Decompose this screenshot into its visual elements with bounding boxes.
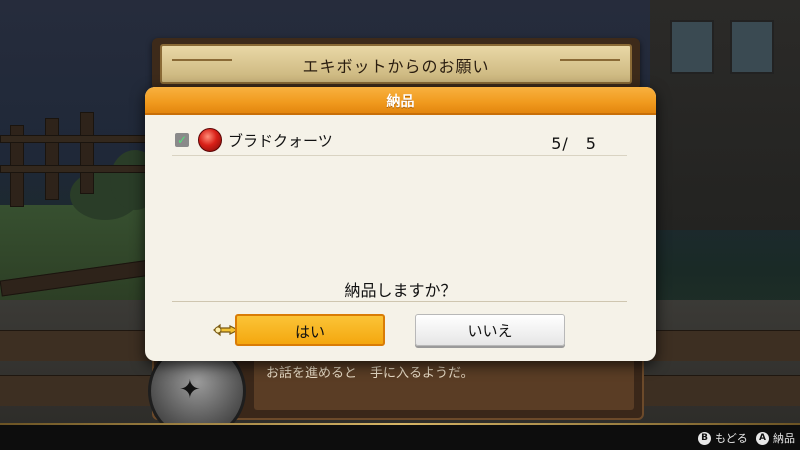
back-hint[interactable]: B もどる: [698, 430, 748, 446]
red-gem-icon: [198, 128, 222, 152]
yes-button[interactable]: はい: [235, 314, 385, 346]
confirm-label: 納品: [773, 432, 795, 445]
bottom-bar-divider: [0, 423, 800, 425]
background-building: [650, 0, 800, 230]
dialog-header: 納品: [145, 87, 656, 115]
item-name: ブラドクォーツ: [228, 132, 333, 150]
fence-rail: [0, 135, 152, 143]
bottom-hint-bar: [0, 423, 800, 450]
back-label: もどる: [715, 432, 748, 445]
b-button-icon: B: [698, 431, 711, 445]
a-button-icon: A: [756, 431, 769, 445]
quest-title: エキボットからのお願い: [302, 57, 490, 76]
dialog-title: 納品: [386, 94, 415, 110]
quest-banner: エキボットからのお願い: [152, 38, 640, 90]
no-button[interactable]: いいえ: [415, 314, 565, 346]
quest-banner-plate: エキボットからのお願い: [160, 44, 632, 84]
building-window: [730, 20, 774, 74]
divider: [172, 301, 627, 302]
building-window: [670, 20, 714, 74]
delivery-item-row: ✓ ブラドクォーツ 5/ 5: [172, 125, 627, 156]
item-count: 5/ 5: [551, 134, 597, 153]
fence-rail: [0, 165, 152, 173]
item-checkbox: ✓: [175, 133, 189, 147]
delivery-question: 納品しますか？: [344, 281, 457, 300]
confirm-hint[interactable]: A 納品: [756, 430, 795, 446]
fence-post: [80, 112, 94, 194]
character-silhouette-icon: ✦: [179, 375, 201, 405]
dialogue-text: お話を進めると 手に入るようだ。: [266, 366, 474, 381]
delivery-dialog: 納品 ✓ ブラドクォーツ 5/ 5 納品しますか？ はい いいえ: [145, 87, 656, 361]
fence-post: [45, 118, 59, 200]
